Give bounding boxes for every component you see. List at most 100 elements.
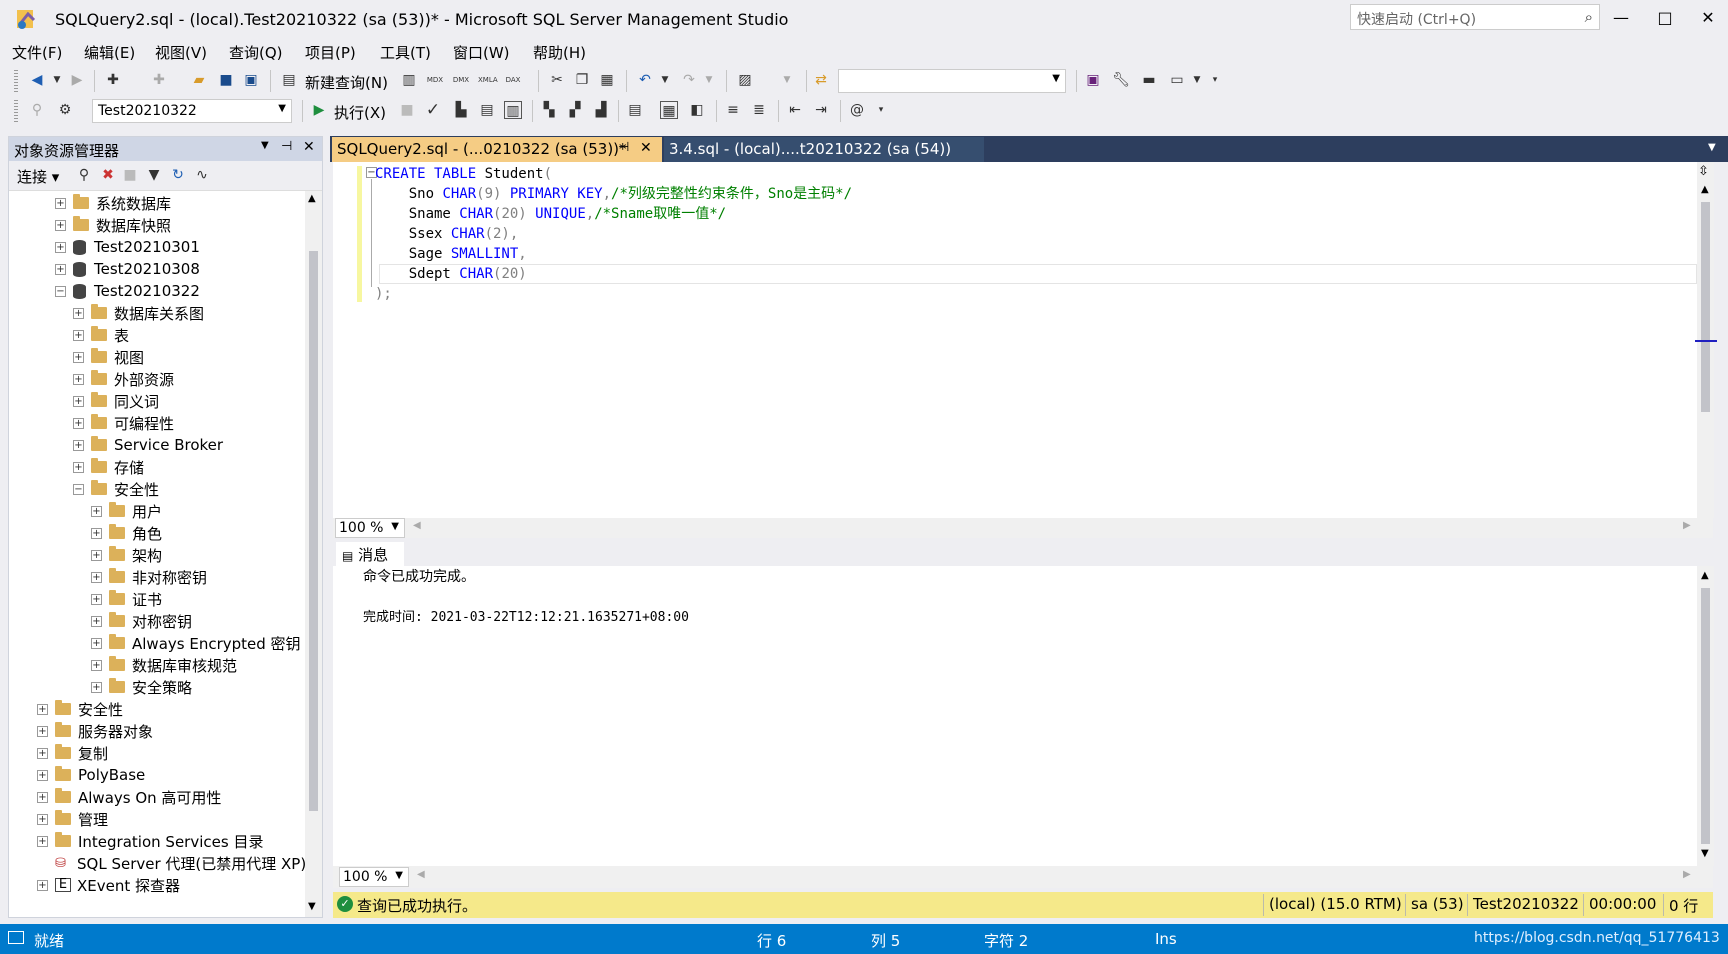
tree-node[interactable]: + Integration Services 目录 [37, 830, 263, 852]
scroll-left-icon[interactable]: ◀ [413, 520, 421, 531]
new-query-icon[interactable]: ▤ [280, 71, 298, 89]
expand-node-icon[interactable]: + [91, 659, 102, 671]
tree-node[interactable]: + 视图 [73, 346, 144, 368]
tab-list-dropdown-icon[interactable]: ▼ [1708, 142, 1716, 153]
forward-icon[interactable]: ▶ [68, 71, 86, 89]
expand-node-icon[interactable]: + [55, 263, 66, 275]
intellisense-toggle-icon[interactable]: ▥ [504, 101, 522, 119]
expand-node-icon[interactable]: + [37, 703, 48, 715]
cut-icon[interactable]: ✂ [548, 71, 566, 89]
tree-node[interactable]: + 对称密钥 [91, 610, 192, 632]
save-icon[interactable]: ■ [217, 71, 235, 89]
execute-icon[interactable]: ▶ [310, 101, 328, 119]
menu-query[interactable]: 查询(Q) [229, 42, 283, 63]
tree-node[interactable]: + 复制 [37, 742, 108, 764]
expand-node-icon[interactable]: + [37, 769, 48, 781]
back-dropdown-icon[interactable]: ▼ [48, 71, 66, 89]
tree-node[interactable]: + Service Broker [73, 434, 223, 456]
expand-node-icon[interactable]: + [37, 813, 48, 825]
activity-monitor-icon[interactable]: ▨ [736, 71, 754, 89]
tree-node[interactable]: ⛁ SQL Server 代理(已禁用代理 XP) [37, 852, 305, 874]
tree-node[interactable]: + 外部资源 [73, 368, 174, 390]
find-in-files-icon[interactable]: ⇄ [812, 71, 830, 89]
uncomment-lines-icon[interactable]: ≣ [750, 101, 768, 119]
tree-node[interactable]: + 角色 [91, 522, 162, 544]
scroll-up-icon[interactable]: ▲ [1701, 570, 1709, 581]
scroll-up-icon[interactable]: ▲ [1701, 184, 1709, 195]
connect-plug-icon[interactable]: ⚲ [75, 166, 93, 184]
database-engine-query-icon[interactable]: ▥ [400, 71, 418, 89]
toolbar-grip[interactable] [14, 70, 18, 92]
menu-view[interactable]: 视图(V) [155, 42, 207, 63]
tree-node[interactable]: + 安全策略 [91, 676, 192, 698]
paste-icon[interactable]: ▦ [598, 71, 616, 89]
editor-scrollbar[interactable]: ⇳ ▲ [1695, 162, 1717, 518]
menu-help[interactable]: 帮助(H) [533, 42, 586, 63]
tree-node[interactable]: + 数据库关系图 [73, 302, 204, 324]
query-editor[interactable]: − CREATE TABLE Student( Sno CHAR(9) PRIM… [333, 162, 1698, 518]
scrollbar-thumb[interactable] [309, 251, 318, 811]
results-zoom-select[interactable]: 100 % ▼ [339, 867, 409, 887]
expand-node-icon[interactable]: + [37, 879, 48, 891]
tree-node[interactable]: + PolyBase [37, 764, 145, 786]
refresh-icon[interactable]: ↻ [169, 166, 187, 184]
menu-project[interactable]: 项目(P) [305, 42, 356, 63]
tree-node[interactable]: + 证书 [91, 588, 162, 610]
tree-node[interactable]: + Always Encrypted 密钥 [91, 632, 301, 654]
tree-node[interactable]: + 用户 [91, 500, 162, 522]
toolbar-overflow-icon[interactable]: ▾ [872, 101, 890, 119]
code-content[interactable]: CREATE TABLE Student( Sno CHAR(9) PRIMAR… [375, 164, 852, 304]
new-project-icon[interactable]: ✚ [104, 71, 122, 89]
wrench-icon[interactable]: 🔧︎ [1112, 71, 1130, 89]
expand-node-icon[interactable]: + [37, 835, 48, 847]
expand-node-icon[interactable]: + [91, 593, 102, 605]
expand-node-icon[interactable]: + [91, 527, 102, 539]
panel-menu-icon[interactable]: ▼ [261, 140, 269, 151]
toolbar-overflow-icon[interactable]: ▾ [1206, 71, 1224, 89]
disconnect-icon[interactable]: ✖ [99, 166, 117, 184]
expand-node-icon[interactable]: + [91, 615, 102, 627]
scroll-left-icon[interactable]: ◀ [417, 869, 425, 880]
add-item-icon[interactable]: ✚ [150, 71, 168, 89]
tree-node[interactable]: + 架构 [91, 544, 162, 566]
tree-node[interactable]: + 可编程性 [73, 412, 174, 434]
expand-node-icon[interactable]: + [37, 747, 48, 759]
tree-node[interactable]: + 系统数据库 [55, 192, 171, 214]
tree-node[interactable]: + Always On 高可用性 [37, 786, 221, 808]
find-combo[interactable]: ▼ [838, 69, 1066, 93]
new-query-button[interactable]: 新建查询(N) [305, 72, 388, 93]
tree-node[interactable]: + 管理 [37, 808, 108, 830]
tree-node[interactable]: + 安全性 [37, 698, 123, 720]
scroll-down-icon[interactable]: ▼ [1701, 848, 1709, 859]
expand-node-icon[interactable]: + [73, 439, 84, 451]
pin-icon[interactable]: ⊣ [281, 139, 292, 154]
cancel-query-icon[interactable]: ■ [398, 101, 416, 119]
undo-icon[interactable]: ↶ [636, 71, 654, 89]
expand-node-icon[interactable]: + [73, 373, 84, 385]
client-statistics-icon[interactable]: ▟ [592, 101, 610, 119]
more-dropdown-icon[interactable]: ▼ [1188, 71, 1206, 89]
toolbar-grip[interactable] [14, 100, 18, 122]
dax-query-icon[interactable]: DAX [504, 71, 522, 89]
quick-launch-input[interactable]: 快速启动 (Ctrl+Q) ⌕ [1350, 4, 1600, 30]
expand-node-icon[interactable]: + [55, 241, 66, 253]
command-window-icon[interactable]: ▭ [1168, 71, 1186, 89]
results-to-text-icon[interactable]: ▤ [626, 101, 644, 119]
maximize-button[interactable]: □ [1650, 6, 1680, 30]
execute-button[interactable]: 执行(X) [334, 102, 386, 123]
live-query-stats-icon[interactable]: ▞ [566, 101, 584, 119]
expand-node-icon[interactable]: + [91, 681, 102, 693]
menu-edit[interactable]: 编辑(E) [84, 42, 135, 63]
messages-pane[interactable]: 命令已成功完成。 完成时间: 2021-03-22T12:12:21.16352… [333, 566, 1698, 866]
parse-check-icon[interactable]: ✓ [424, 101, 442, 119]
tree-node[interactable]: + 同义词 [73, 390, 159, 412]
expand-node-icon[interactable]: + [37, 791, 48, 803]
include-actual-plan-icon[interactable]: ▚ [540, 101, 558, 119]
expand-node-icon[interactable]: + [91, 571, 102, 583]
change-connection-icon[interactable]: ⚙ [56, 101, 74, 119]
specify-template-values-icon[interactable]: @ [848, 101, 866, 119]
copy-icon[interactable]: ❐ [573, 71, 591, 89]
solution-config-dropdown-icon[interactable]: ▼ [778, 71, 796, 89]
scrollbar-thumb[interactable] [1701, 588, 1710, 844]
tree-node[interactable]: + 服务器对象 [37, 720, 153, 742]
